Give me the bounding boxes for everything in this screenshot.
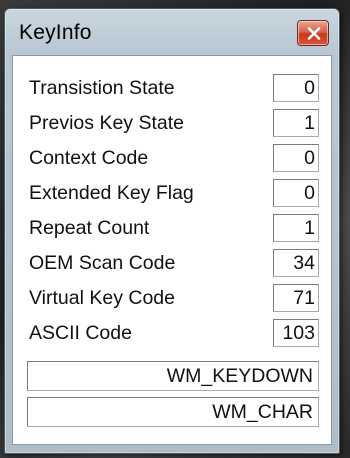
field-row-ascii-code: ASCII Code 103: [29, 319, 319, 349]
field-row-previous-key-state: Previos Key State 1: [29, 109, 319, 139]
field-label: ASCII Code: [29, 322, 132, 344]
keyinfo-window: KeyInfo Transistion State 0 Previos Key …: [4, 8, 340, 454]
field-label: Repeat Count: [29, 217, 150, 239]
field-label: Virtual Key Code: [29, 287, 175, 309]
field-label: OEM Scan Code: [29, 252, 176, 274]
field-row-transition-state: Transistion State 0: [29, 74, 319, 104]
field-value: 34: [273, 249, 319, 277]
field-value: 0: [273, 144, 319, 172]
field-label: Previos Key State: [29, 112, 184, 134]
message-field-char: WM_CHAR: [27, 397, 319, 427]
field-value: 1: [273, 109, 319, 137]
field-value: 103: [273, 319, 319, 347]
field-label: Transistion State: [29, 77, 175, 99]
field-label: Extended Key Flag: [29, 182, 194, 204]
field-label: Context Code: [29, 147, 149, 169]
client-area: Transistion State 0 Previos Key State 1 …: [12, 55, 332, 445]
field-value: 0: [273, 179, 319, 207]
field-value: 71: [273, 284, 319, 312]
field-row-context-code: Context Code 0: [29, 144, 319, 174]
close-button[interactable]: [297, 20, 329, 46]
window-title: KeyInfo: [19, 21, 92, 44]
field-value: 0: [273, 74, 319, 102]
close-icon: [307, 27, 321, 40]
field-row-extended-key-flag: Extended Key Flag 0: [29, 179, 319, 209]
field-value: 1: [273, 214, 319, 242]
field-row-repeat-count: Repeat Count 1: [29, 214, 319, 244]
field-row-oem-scan-code: OEM Scan Code 34: [29, 249, 319, 279]
field-row-virtual-key-code: Virtual Key Code 71: [29, 284, 319, 314]
title-bar[interactable]: KeyInfo: [5, 9, 339, 55]
message-field-keydown: WM_KEYDOWN: [27, 361, 319, 391]
